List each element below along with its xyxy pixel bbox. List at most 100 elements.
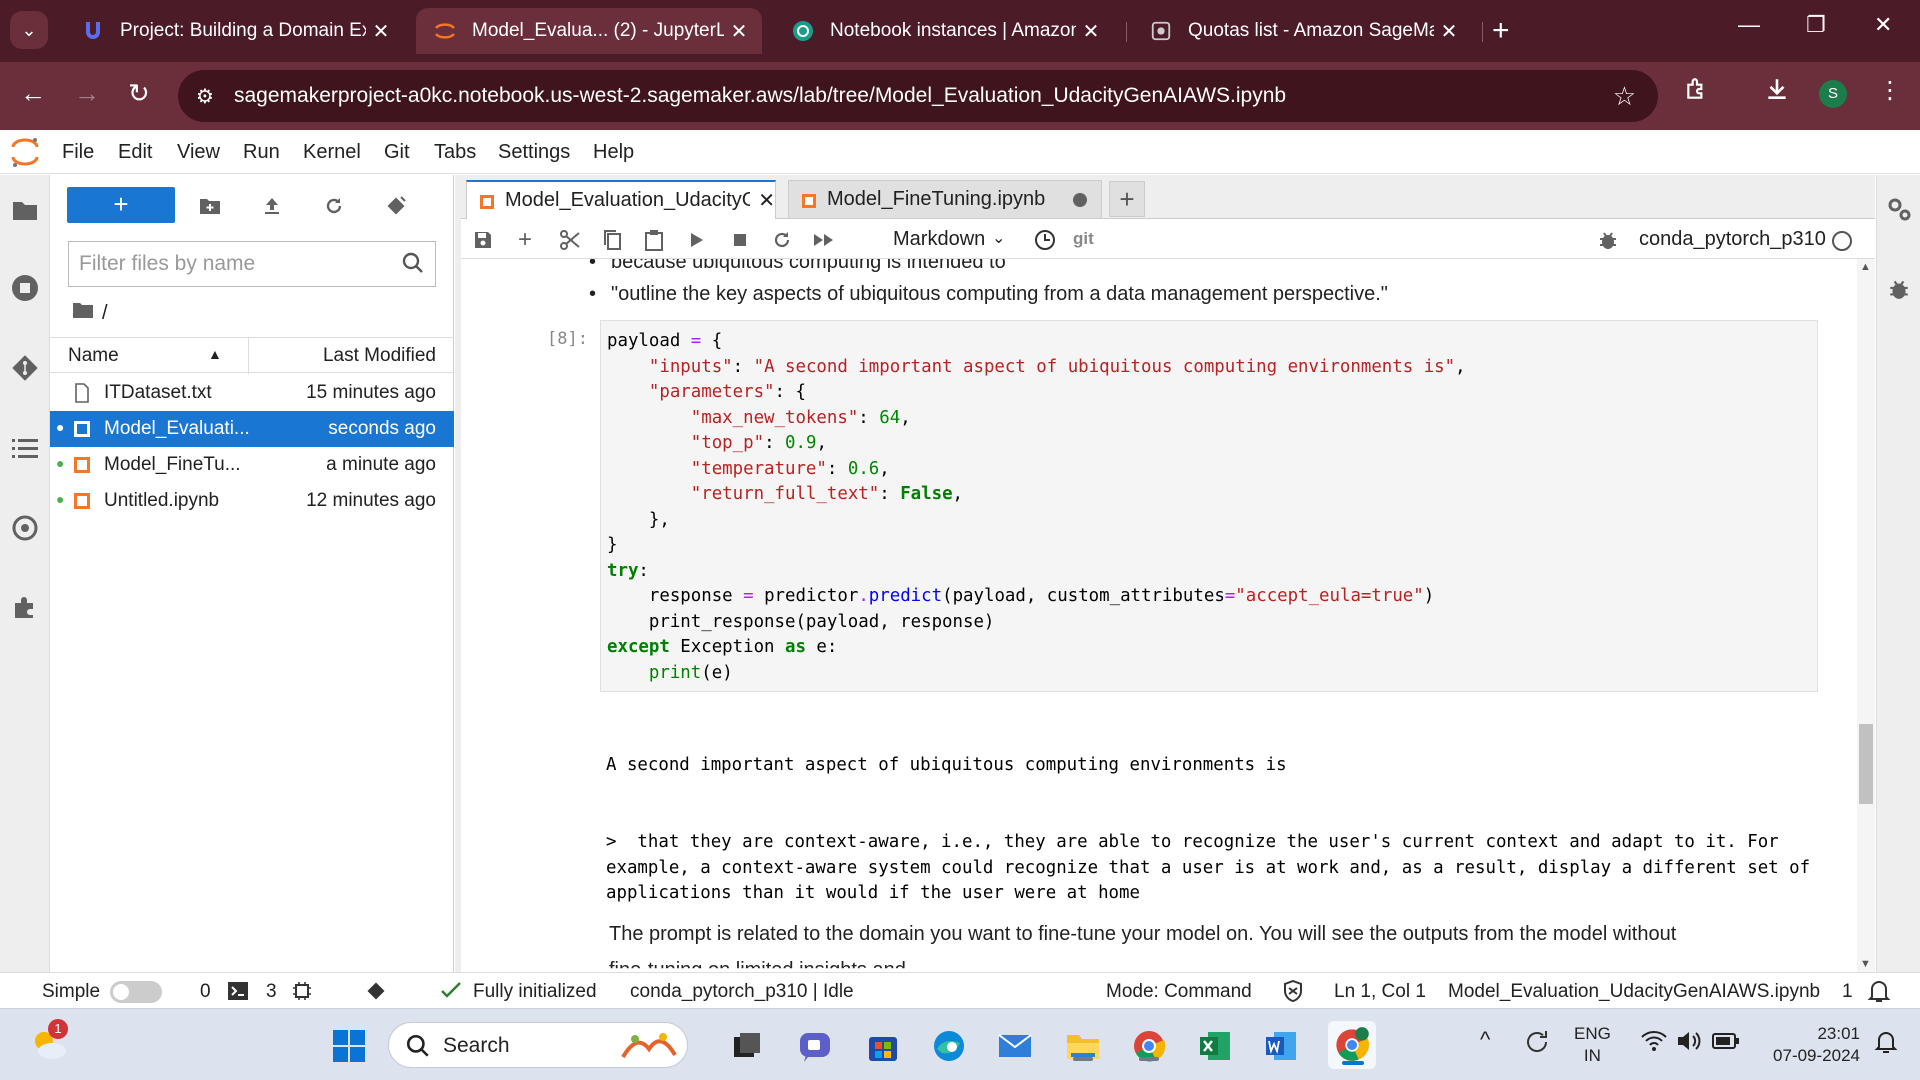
sync-icon[interactable] xyxy=(1522,1027,1552,1063)
menu-edit[interactable]: Edit xyxy=(118,141,152,164)
code-text[interactable]: payload = { "inputs": "A second importan… xyxy=(607,329,1466,686)
windows-start-icon[interactable] xyxy=(330,1027,368,1065)
debugger-bug-icon[interactable] xyxy=(1885,275,1913,303)
notebook-scrollbar[interactable]: ▲ ▼ xyxy=(1857,259,1875,972)
chevron-down-icon[interactable]: ⌄ xyxy=(992,228,1005,248)
new-tab-button[interactable]: + xyxy=(1492,14,1510,48)
wifi-icon[interactable] xyxy=(1640,1029,1668,1059)
file-filter-input[interactable] xyxy=(79,250,379,278)
code-cell-editor[interactable]: payload = { "inputs": "A second importan… xyxy=(600,320,1818,692)
kernel-name[interactable]: conda_pytorch_p310 xyxy=(1639,228,1826,251)
notification-bell-icon[interactable] xyxy=(1866,978,1892,1010)
cut-icon[interactable] xyxy=(557,227,583,253)
excel-icon[interactable] xyxy=(1196,1027,1234,1065)
restart-kernel-icon[interactable] xyxy=(769,227,795,253)
cursor-position[interactable]: Ln 1, Col 1 xyxy=(1334,981,1426,1003)
git-branch-icon[interactable] xyxy=(364,979,388,1009)
lsp-status-icon[interactable] xyxy=(440,981,462,1007)
taskbar-search-box[interactable]: Search xyxy=(388,1022,688,1068)
address-bar[interactable]: ⚙ sagemakerproject-a0kc.notebook.us-west… xyxy=(178,70,1658,122)
close-tab-icon[interactable]: ✕ xyxy=(724,19,754,44)
show-hidden-icons-chevron-icon[interactable]: ^ xyxy=(1480,1029,1490,1051)
more-menu-icon[interactable]: ⋮ xyxy=(1878,76,1902,105)
bookmark-star-icon[interactable]: ☆ xyxy=(1613,81,1636,112)
site-info-icon[interactable]: ⚙ xyxy=(196,84,214,109)
edge-browser-icon[interactable] xyxy=(930,1027,968,1065)
refresh-icon[interactable] xyxy=(321,193,347,219)
paste-icon[interactable] xyxy=(641,227,667,253)
git-icon[interactable] xyxy=(8,351,42,385)
terminal-icon[interactable] xyxy=(228,982,248,1006)
volume-icon[interactable] xyxy=(1676,1029,1704,1059)
extensions-puzzle-icon[interactable] xyxy=(8,591,42,625)
column-modified-header[interactable]: Last Modified xyxy=(323,345,436,367)
tab-model-evaluation[interactable]: Model_Evaluation_UdacityGe ✕ xyxy=(466,180,776,219)
tab-model-finetuning[interactable]: Model_FineTuning.ipynb xyxy=(788,180,1102,219)
property-gears-icon[interactable] xyxy=(1885,195,1913,223)
menu-settings[interactable]: Settings xyxy=(498,141,570,164)
menu-run[interactable]: Run xyxy=(243,141,280,164)
search-icon[interactable] xyxy=(401,251,425,280)
trusted-shield-icon[interactable] xyxy=(1282,979,1304,1008)
simple-mode-toggle[interactable] xyxy=(110,981,162,1003)
notebook-content[interactable]: because ubiquitous computing is intended… xyxy=(461,259,1857,972)
menu-kernel[interactable]: Kernel xyxy=(303,141,361,164)
minimize-button[interactable]: — xyxy=(1738,12,1760,38)
menu-tabs[interactable]: Tabs xyxy=(434,141,476,164)
running-kernels-icon[interactable] xyxy=(8,271,42,305)
menu-help[interactable]: Help xyxy=(593,141,634,164)
restore-button[interactable]: ❐ xyxy=(1806,12,1826,38)
browser-tab-jupyterlab[interactable]: Model_Evalua... (2) - JupyterLab ✕ xyxy=(416,8,762,54)
file-row[interactable]: ● Model_FineTu... a minute ago xyxy=(50,447,454,483)
new-launcher-button[interactable]: + xyxy=(67,187,175,223)
profile-avatar[interactable]: S xyxy=(1819,80,1847,108)
column-name-header[interactable]: Name xyxy=(68,345,119,367)
git-diff-label[interactable]: git xyxy=(1073,229,1094,249)
file-filter-field[interactable] xyxy=(68,241,436,287)
folder-icon[interactable] xyxy=(8,193,42,227)
close-tab-icon[interactable]: ✕ xyxy=(758,188,775,213)
file-row[interactable]: ● Untitled.ipynb 12 minutes ago xyxy=(50,483,454,519)
kernel-chip-icon[interactable] xyxy=(292,981,312,1007)
interrupt-kernel-icon[interactable] xyxy=(727,227,753,253)
browser-tab-notebook-instances[interactable]: Notebook instances | Amazon S ✕ xyxy=(774,8,1114,54)
save-icon[interactable] xyxy=(470,227,496,253)
language-indicator[interactable]: ENG IN xyxy=(1574,1023,1611,1067)
file-explorer-icon[interactable] xyxy=(1064,1027,1102,1065)
word-icon[interactable] xyxy=(1262,1027,1300,1065)
menu-file[interactable]: File xyxy=(62,141,94,164)
weather-widget-icon[interactable]: 1 xyxy=(28,1019,72,1067)
extensions-icon[interactable] xyxy=(1684,76,1710,109)
browser-tab-udacity[interactable]: Project: Building a Domain Expe ✕ xyxy=(64,8,404,54)
unsaved-indicator-icon[interactable] xyxy=(1073,193,1087,207)
tab-search-dropdown[interactable]: ⌄ xyxy=(10,11,48,49)
clock[interactable]: 23:01 07-09-2024 xyxy=(1760,1023,1860,1067)
history-clock-icon[interactable] xyxy=(1032,227,1058,253)
debugger-bug-icon[interactable] xyxy=(1595,227,1621,253)
file-row[interactable]: ITDataset.txt 15 minutes ago xyxy=(50,375,454,411)
insert-cell-icon[interactable]: + xyxy=(512,226,538,253)
run-cell-icon[interactable] xyxy=(684,227,710,253)
microsoft-store-icon[interactable] xyxy=(864,1027,902,1065)
copy-icon[interactable] xyxy=(599,227,625,253)
new-folder-icon[interactable] xyxy=(197,193,223,219)
scroll-up-arrow-icon[interactable]: ▲ xyxy=(1860,261,1871,273)
scroll-down-arrow-icon[interactable]: ▼ xyxy=(1860,958,1871,970)
property-inspector-icon[interactable] xyxy=(8,511,42,545)
scrollbar-thumb[interactable] xyxy=(1859,724,1873,804)
breadcrumb[interactable]: / xyxy=(72,301,108,325)
kernel-count[interactable]: 3 xyxy=(266,981,277,1003)
back-icon[interactable]: ← xyxy=(20,78,46,109)
upload-icon[interactable] xyxy=(259,193,285,219)
notification-center-icon[interactable] xyxy=(1874,1029,1898,1061)
browser-tab-quotas[interactable]: Quotas list - Amazon SageMake ✕ xyxy=(1132,8,1472,54)
battery-icon[interactable] xyxy=(1712,1031,1740,1057)
download-icon[interactable] xyxy=(1764,76,1790,109)
cell-type-select[interactable]: Markdown xyxy=(893,228,985,251)
breadcrumb-root[interactable]: / xyxy=(102,302,108,325)
close-tab-icon[interactable]: ✕ xyxy=(366,19,396,44)
close-tab-icon[interactable]: ✕ xyxy=(1076,19,1106,44)
reload-icon[interactable]: ↻ xyxy=(128,78,150,109)
menu-view[interactable]: View xyxy=(177,141,220,164)
notification-count[interactable]: 1 xyxy=(1842,981,1853,1003)
